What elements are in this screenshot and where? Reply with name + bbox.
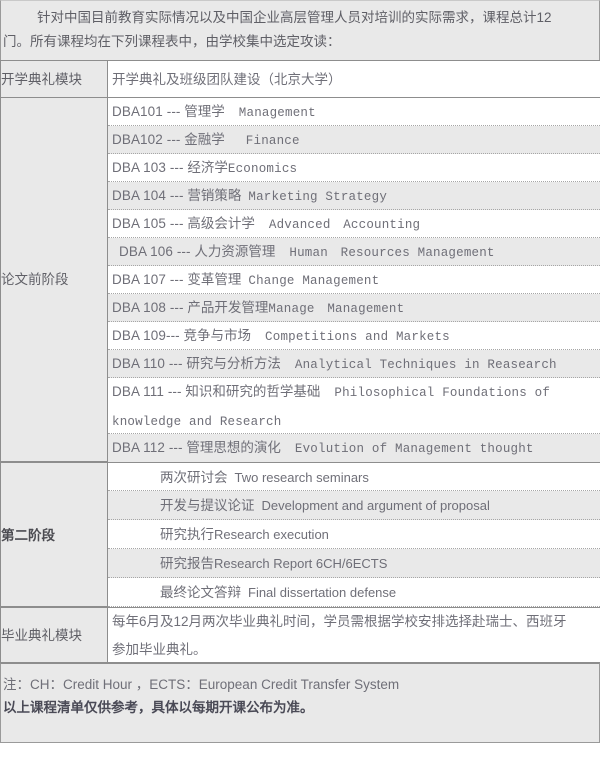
course-name-en: Competitions and Markets [265,330,450,344]
module-label-graduation-cell: 毕业典礼模块 [0,607,108,663]
list-item: 研究执行Research execution [108,520,600,549]
course-name-cn: 金融学 [184,132,225,147]
course-code: DBA 112 --- [112,440,183,455]
table-row-pre-thesis: 论文前阶段 DBA101 --- 管理学 Management DBA102 --… [0,98,600,462]
list-item: DBA 112 --- 管理思想的演化 Evolution of Manageme… [108,434,600,462]
course-name-en: Economics [227,162,298,176]
stage-item-cn: 开发与提议论证 [160,498,255,513]
graduation-line-2: 参加毕业典礼。 [112,642,207,657]
course-name-en: Management [238,106,316,120]
course-code: DBA 105 --- [112,216,184,231]
stage-item-en: Two research seminars [234,470,369,485]
course-name-cn: 变革管理 [187,272,242,287]
stage-item-cn: 研究执行 [160,527,214,542]
course-name-en: Manage Management [268,302,405,316]
stage-item-en: Development and argument of proposal [261,498,490,513]
stage-item-cn: 两次研讨会 [160,470,228,485]
list-item: 最终论文答辩 Final dissertation defense [108,578,600,607]
list-item: DBA 107 --- 变革管理 Change Management [108,266,600,294]
course-name-en: Advanced Accounting [268,218,421,232]
graduation-line-1: 每年6月及12月两次毕业典礼时间，学员需根据学校安排选择赴瑞士、西班牙 [112,614,567,629]
module-label-pre-thesis-cell: 论文前阶段 [0,98,108,462]
stage-item-en: Final dissertation defense [248,585,397,600]
course-name-cn: 营销策略 [187,188,242,203]
course-code: DBA101 --- [112,104,181,119]
course-code: DBA 109--- [112,328,180,343]
footer-abbrev-note: 注：CH：Credit Hour ，ECTS：European Credit T… [3,677,400,692]
course-code: DBA102 --- [112,132,181,147]
list-item: DBA101 --- 管理学 Management [108,98,600,126]
intro-line-1: 针对中国目前教育实际情况以及中国企业高层管理人员对培训的实际需求，课程总计12 [37,10,552,25]
graduation-content-cell: 每年6月及12月两次毕业典礼时间，学员需根据学校安排选择赴瑞士、西班牙 参加毕业… [107,607,600,663]
list-item: 两次研讨会 Two research seminars [108,462,600,491]
stage-two-list-cell: 两次研讨会 Two research seminars 开发与提议论证 Develo… [107,462,600,607]
course-name-cn: 人力资源管理 [194,244,276,259]
list-item: DBA 109--- 竞争与市场 Competitions and Markets [108,322,600,350]
course-code: DBA 108 --- [112,300,184,315]
footer-disclaimer: 以上课程清单仅供参考，具体以每期开课公布为准。 [3,700,314,715]
course-name-en: Analytical Techniques in Reasearch [294,358,557,372]
course-code: DBA 110 --- [112,356,183,371]
module-label-opening-cell: 开学典礼模块 [0,60,108,98]
list-item: DBA 106 --- 人力资源管理 Human Resources Manage… [108,238,600,266]
list-item: 研究报告Research Report 6CH/6ECTS [108,549,600,578]
course-name-en: Finance [245,134,300,148]
course-code: DBA 111 --- [112,384,182,399]
list-item: DBA 105 --- 高级会计学 Advanced Accounting [108,210,600,238]
course-name-en: Marketing Strategy [248,190,388,204]
course-code: DBA 103 --- [112,160,184,175]
module-label-opening: 开学典礼模块 [1,60,107,98]
stage-item-en: Research Report 6CH/6ECTS [214,556,388,571]
list-item: DBA 111 --- 知识和研究的哲学基础 Philosophical Foun… [108,378,600,434]
course-name-cn: 知识和研究的哲学基础 [185,384,321,399]
list-item: DBA 104 --- 营销策略 Marketing Strategy [108,182,600,210]
course-name-cn: 管理思想的演化 [186,440,281,455]
module-label-stage-two-cell: 第二阶段 [0,462,108,607]
opening-content: 开学典礼及班级团队建设（北京大学） [108,60,600,98]
graduation-content: 每年6月及12月两次毕业典礼时间，学员需根据学校安排选择赴瑞士、西班牙 参加毕业… [108,607,600,663]
stage-item-cn: 最终论文答辩 [160,585,241,600]
course-code: DBA 104 --- [112,188,184,203]
intro-line-2: 门。所有课程均在下列课程表中，由学校集中选定攻读： [3,34,341,49]
module-label-graduation: 毕业典礼模块 [1,607,107,663]
course-name-cn: 竞争与市场 [183,328,252,343]
list-item: DBA 108 --- 产品开发管理Manage Management [108,294,600,322]
opening-content-cell: 开学典礼及班级团队建设（北京大学） [107,60,600,98]
course-code: DBA 106 --- [119,244,191,259]
footer-note: 注：CH：Credit Hour ，ECTS：European Credit T… [0,663,600,743]
course-name-cn: 高级会计学 [187,216,255,231]
table-row-graduation: 毕业典礼模块 每年6月及12月两次毕业典礼时间，学员需根据学校安排选择赴瑞士、西… [0,607,600,663]
course-list-cell: DBA101 --- 管理学 Management DBA102 --- 金融学 F… [107,98,600,462]
list-item: DBA102 --- 金融学 Finance [108,126,600,154]
module-label-stage-two: 第二阶段 [1,462,107,607]
course-name-cn: 产品开发管理 [187,300,269,315]
list-item: DBA 110 --- 研究与分析方法 Analytical Techniques… [108,350,600,378]
course-name-cn: 研究与分析方法 [186,356,281,371]
course-name-cn: 经济学 [187,160,228,175]
list-item: DBA 103 --- 经济学Economics [108,154,600,182]
course-name-en: Human Resources Management [289,246,495,260]
course-table: 开学典礼模块 开学典礼及班级团队建设（北京大学） 论文前阶段 DBA101 --… [0,60,600,663]
course-name-en: Evolution of Management thought [294,442,534,456]
table-row-opening: 开学典礼模块 开学典礼及班级团队建设（北京大学） [0,60,600,98]
course-code: DBA 107 --- [112,272,184,287]
intro-paragraph: 针对中国目前教育实际情况以及中国企业高层管理人员对培训的实际需求，课程总计12 … [0,0,600,60]
list-item: 开发与提议论证 Development and argument of propo… [108,491,600,520]
stage-item-en: Research execution [214,527,329,542]
stage-item-cn: 研究报告 [160,556,214,571]
table-row-stage-two: 第二阶段 两次研讨会 Two research seminars 开发与提议论证 D… [0,462,600,607]
course-name-en: Change Management [248,274,380,288]
course-name-cn: 管理学 [184,104,225,119]
module-label-pre-thesis: 论文前阶段 [1,98,107,462]
course-table-page: 针对中国目前教育实际情况以及中国企业高层管理人员对培训的实际需求，课程总计12 … [0,0,600,762]
